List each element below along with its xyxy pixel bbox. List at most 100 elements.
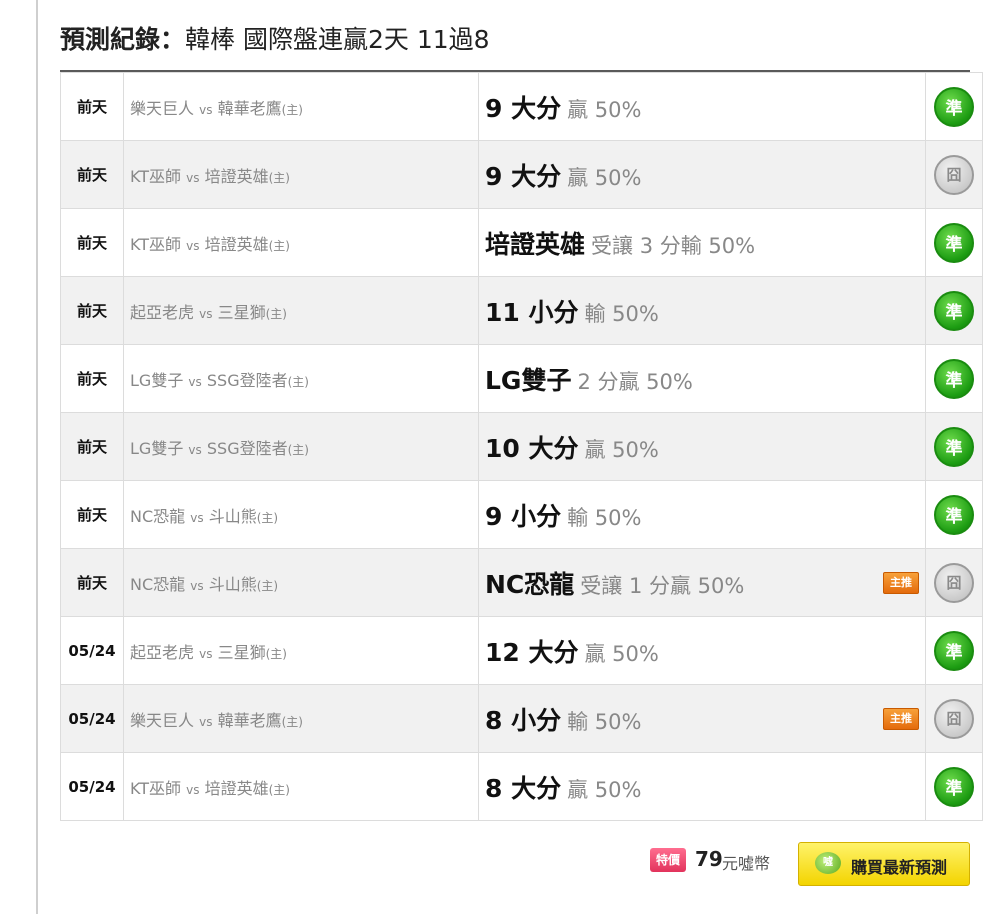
home-marker: (主) <box>268 238 290 253</box>
pick-main: NC恐龍 <box>485 569 575 599</box>
record-date: 前天 <box>60 548 124 617</box>
home-team: 斗山熊 <box>208 574 257 594</box>
buy-button-label: 購買最新預測 <box>851 858 948 877</box>
pick-detail: 輸 50% <box>567 709 642 734</box>
pick-main: 9 小分 <box>485 501 562 531</box>
home-marker: (主) <box>256 578 279 593</box>
match-cell[interactable]: LG雙子 vs SSG登陸者(主) <box>123 344 479 413</box>
match-cell[interactable]: NC恐龍 vs 斗山熊(主) <box>123 548 479 617</box>
home-team: 培證英雄 <box>204 778 269 798</box>
vs-label: vs <box>199 646 213 661</box>
vs-label: vs <box>186 782 200 797</box>
pick-cell: 8 大分贏 50% <box>478 752 926 821</box>
home-team: 培證英雄 <box>204 166 269 186</box>
table-row: 前天 樂天巨人 vs 韓華老鷹(主) 9 大分贏 50% 準 <box>60 72 983 141</box>
away-team: KT巫師 <box>130 166 182 186</box>
pick-detail: 輸 50% <box>584 301 659 326</box>
away-team: LG雙子 <box>130 438 184 458</box>
hit-result-icon: 準 <box>934 766 974 807</box>
pick-cell: 8 小分輸 50% 主推 <box>478 684 926 753</box>
home-marker: (主) <box>268 782 290 797</box>
match-cell[interactable]: KT巫師 vs 培證英雄(主) <box>123 208 479 277</box>
match-cell[interactable]: NC恐龍 vs 斗山熊(主) <box>123 480 479 549</box>
match-cell[interactable]: KT巫師 vs 培證英雄(主) <box>123 140 479 209</box>
pick-detail: 贏 50% <box>584 641 659 666</box>
away-team: KT巫師 <box>130 234 182 254</box>
pick-main: 8 大分 <box>485 773 562 803</box>
home-marker: (主) <box>281 714 303 729</box>
pick-main: 培證英雄 <box>485 229 586 259</box>
coin-icon: 噓 <box>815 852 841 874</box>
pick-detail: 受讓 1 分贏 50% <box>580 573 745 598</box>
table-row: 前天 起亞老虎 vs 三星獅(主) 11 小分輸 50% 準 <box>60 276 983 345</box>
match-cell[interactable]: LG雙子 vs SSG登陸者(主) <box>123 412 479 481</box>
match-cell[interactable]: 樂天巨人 vs 韓華老鷹(主) <box>123 684 479 753</box>
result-cell: 準 <box>925 752 983 821</box>
home-marker: (主) <box>287 442 309 457</box>
table-row: 前天 LG雙子 vs SSG登陸者(主) LG雙子 2 分贏 50% 準 <box>60 344 983 413</box>
record-date: 前天 <box>60 276 124 345</box>
home-marker: (主) <box>281 102 303 117</box>
home-team: 三星獅 <box>217 642 266 662</box>
pick-main: 10 大分 <box>485 433 579 463</box>
page-title: 預測紀錄：韓棒 國際盤連贏2天 11過8 <box>60 22 970 70</box>
pick-main: 11 小分 <box>485 297 579 327</box>
away-team: LG雙子 <box>130 370 184 390</box>
pick-cell: 11 小分輸 50% <box>478 276 926 345</box>
hit-result-icon: 準 <box>934 290 974 331</box>
away-team: NC恐龍 <box>130 506 186 526</box>
prediction-records-table: 前天 樂天巨人 vs 韓華老鷹(主) 9 大分贏 50% 準前天 KT巫師 vs 培證英… <box>60 72 983 821</box>
hit-result-icon: 準 <box>934 358 974 399</box>
home-team: 斗山熊 <box>208 506 257 526</box>
away-team: 起亞老虎 <box>130 642 195 662</box>
table-row: 前天 KT巫師 vs 培證英雄(主) 9 大分贏 50% 囧 <box>60 140 983 209</box>
title-label: 預測紀錄： <box>60 25 186 54</box>
result-cell: 準 <box>925 344 983 413</box>
pick-cell: 12 大分贏 50% <box>478 616 926 685</box>
pick-main: 8 小分 <box>485 705 562 735</box>
result-cell: 囧 <box>925 140 983 209</box>
record-date: 前天 <box>60 344 124 413</box>
pick-cell: 10 大分贏 50% <box>478 412 926 481</box>
home-marker: (主) <box>268 170 290 185</box>
pick-cell: NC恐龍 受讓 1 分贏 50% 主推 <box>478 548 926 617</box>
pick-cell: 9 大分贏 50% <box>478 140 926 209</box>
home-marker: (主) <box>265 646 287 661</box>
vs-label: vs <box>199 102 213 117</box>
record-date: 前天 <box>60 72 124 141</box>
home-team: 韓華老鷹 <box>217 98 282 118</box>
pick-detail: 贏 50% <box>584 437 659 462</box>
hit-result-icon: 準 <box>934 426 974 467</box>
buy-latest-prediction-button[interactable]: 噓 購買最新預測 <box>798 842 970 886</box>
home-team: SSG登陸者 <box>206 370 288 390</box>
result-cell: 準 <box>925 208 983 277</box>
vs-label: vs <box>188 374 202 389</box>
table-row: 05/24 KT巫師 vs 培證英雄(主) 8 大分贏 50% 準 <box>60 752 983 821</box>
vs-label: vs <box>199 306 213 321</box>
result-cell: 準 <box>925 72 983 141</box>
away-team: NC恐龍 <box>130 574 186 594</box>
match-cell[interactable]: 起亞老虎 vs 三星獅(主) <box>123 616 479 685</box>
pick-detail: 贏 50% <box>567 97 642 122</box>
home-marker: (主) <box>287 374 309 389</box>
pick-detail: 贏 50% <box>567 777 642 802</box>
match-cell[interactable]: KT巫師 vs 培證英雄(主) <box>123 752 479 821</box>
result-cell: 準 <box>925 276 983 345</box>
table-row: 前天 NC恐龍 vs 斗山熊(主) 9 小分輸 50% 準 <box>60 480 983 549</box>
result-cell: 囧 <box>925 548 983 617</box>
record-date: 05/24 <box>60 684 124 753</box>
home-team: 培證英雄 <box>204 234 269 254</box>
away-team: 樂天巨人 <box>130 710 195 730</box>
left-border <box>36 0 38 914</box>
master-pick-badge: 主推 <box>883 707 919 730</box>
record-date: 05/24 <box>60 616 124 685</box>
match-cell[interactable]: 起亞老虎 vs 三星獅(主) <box>123 276 479 345</box>
table-row: 前天 LG雙子 vs SSG登陸者(主) 10 大分贏 50% 準 <box>60 412 983 481</box>
table-row: 前天 KT巫師 vs 培證英雄(主) 培證英雄 受讓 3 分輸 50% 準 <box>60 208 983 277</box>
pick-cell: 9 小分輸 50% <box>478 480 926 549</box>
sale-badge: 特價 <box>650 848 686 872</box>
price-unit: 元噓幣 <box>722 854 771 873</box>
record-date: 前天 <box>60 140 124 209</box>
match-cell[interactable]: 樂天巨人 vs 韓華老鷹(主) <box>123 72 479 141</box>
table-row: 05/24 樂天巨人 vs 韓華老鷹(主) 8 小分輸 50% 主推囧 <box>60 684 983 753</box>
